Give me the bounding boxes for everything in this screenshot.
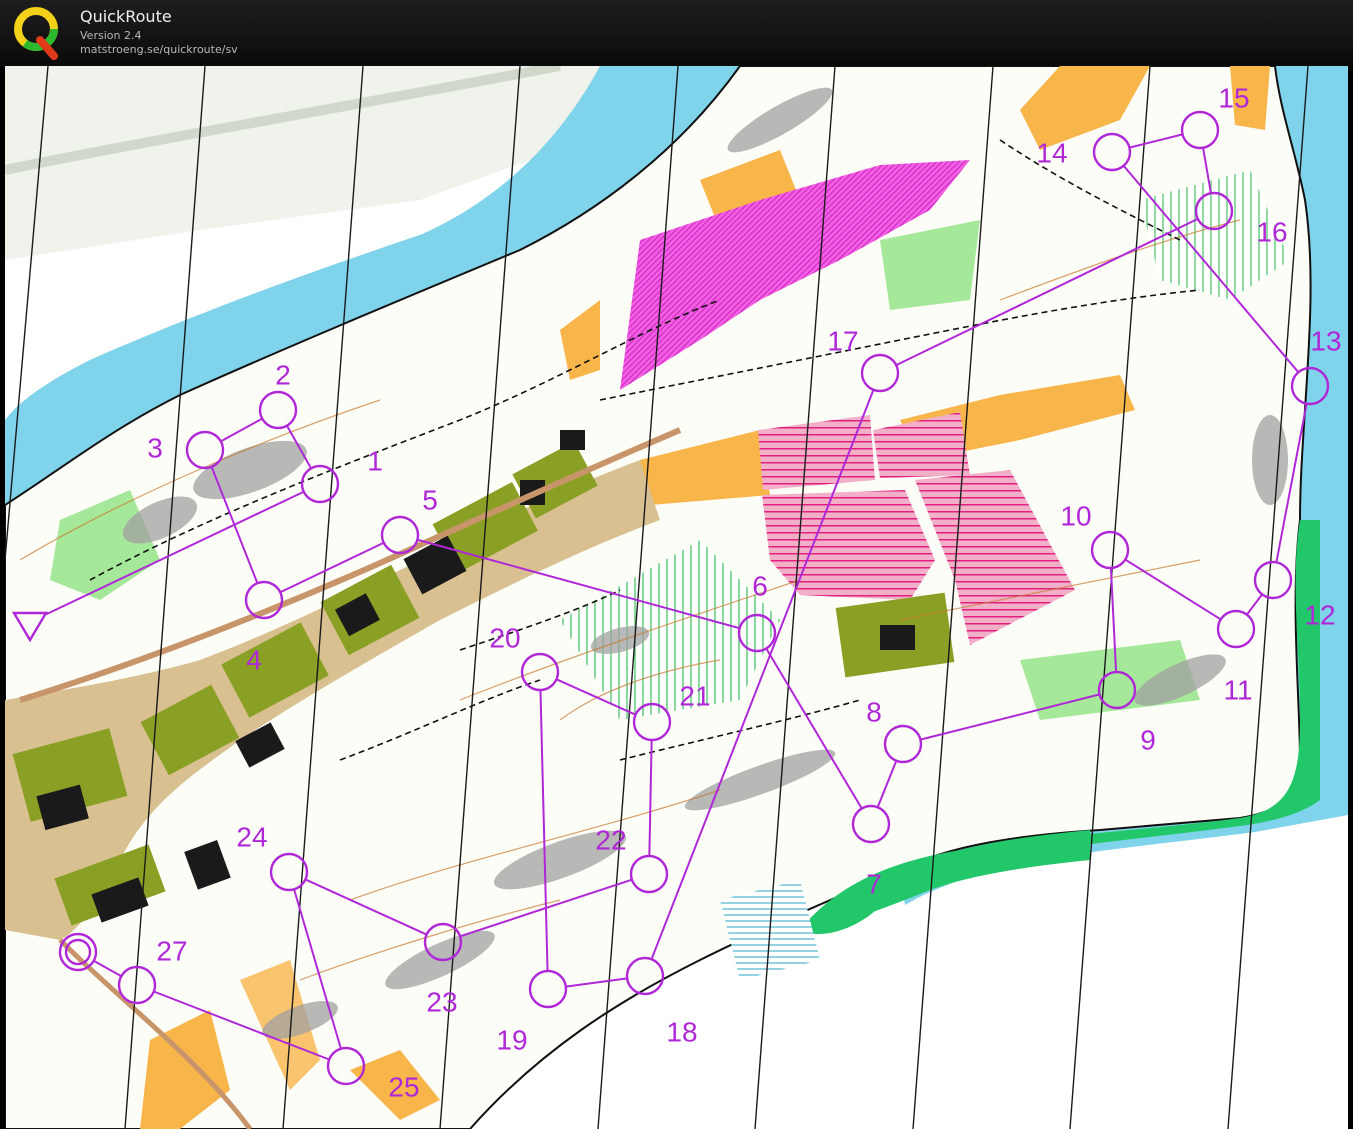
app-url: matstroeng.se/quickroute/sv xyxy=(80,43,238,56)
control-number-label: 7 xyxy=(866,868,882,899)
quickroute-logo-icon xyxy=(14,7,58,60)
control-number-label: 5 xyxy=(422,484,438,515)
control-number-label: 11 xyxy=(1223,674,1252,705)
building-6 xyxy=(880,625,915,650)
control-number-label: 12 xyxy=(1304,599,1335,630)
title-bar: QuickRoute Version 2.4 matstroeng.se/qui… xyxy=(0,0,1353,66)
control-number-label: 18 xyxy=(666,1016,697,1047)
map-canvas: 1234567891011121314151617181920212223242… xyxy=(5,66,1348,1129)
building-9 xyxy=(560,430,585,450)
control-number-label: 19 xyxy=(496,1024,527,1055)
control-number-label: 23 xyxy=(426,986,457,1017)
control-number-label: 1 xyxy=(367,445,383,476)
control-number-label: 27 xyxy=(156,935,187,966)
app-version: Version 2.4 xyxy=(80,29,142,42)
control-number-label: 2 xyxy=(275,359,291,390)
control-number-label: 24 xyxy=(236,821,267,852)
control-number-label: 3 xyxy=(147,432,163,463)
control-number-label: 13 xyxy=(1310,325,1341,356)
control-number-label: 16 xyxy=(1256,216,1287,247)
control-number-label: 21 xyxy=(679,680,710,711)
orienteering-map[interactable]: 1 2 3 4 5 6 7 8 9 10 11 12 13 14 15 16 17 18 19 20 21 22 23 24 2… xyxy=(5,66,1348,1129)
control-number-label: 22 xyxy=(595,824,626,855)
control-number-label: 20 xyxy=(489,622,520,653)
control-number-label: 17 xyxy=(827,325,858,356)
app-title: QuickRoute xyxy=(80,7,172,26)
control-number-label: 9 xyxy=(1140,724,1156,755)
control-number-label: 4 xyxy=(246,644,262,675)
control-number-label: 8 xyxy=(866,696,882,727)
control-number-label: 6 xyxy=(752,570,768,601)
control-number-label: 14 xyxy=(1036,137,1067,168)
control-number-label: 15 xyxy=(1218,82,1249,113)
control-number-label: 10 xyxy=(1060,500,1091,531)
control-number-label: 25 xyxy=(388,1071,419,1102)
